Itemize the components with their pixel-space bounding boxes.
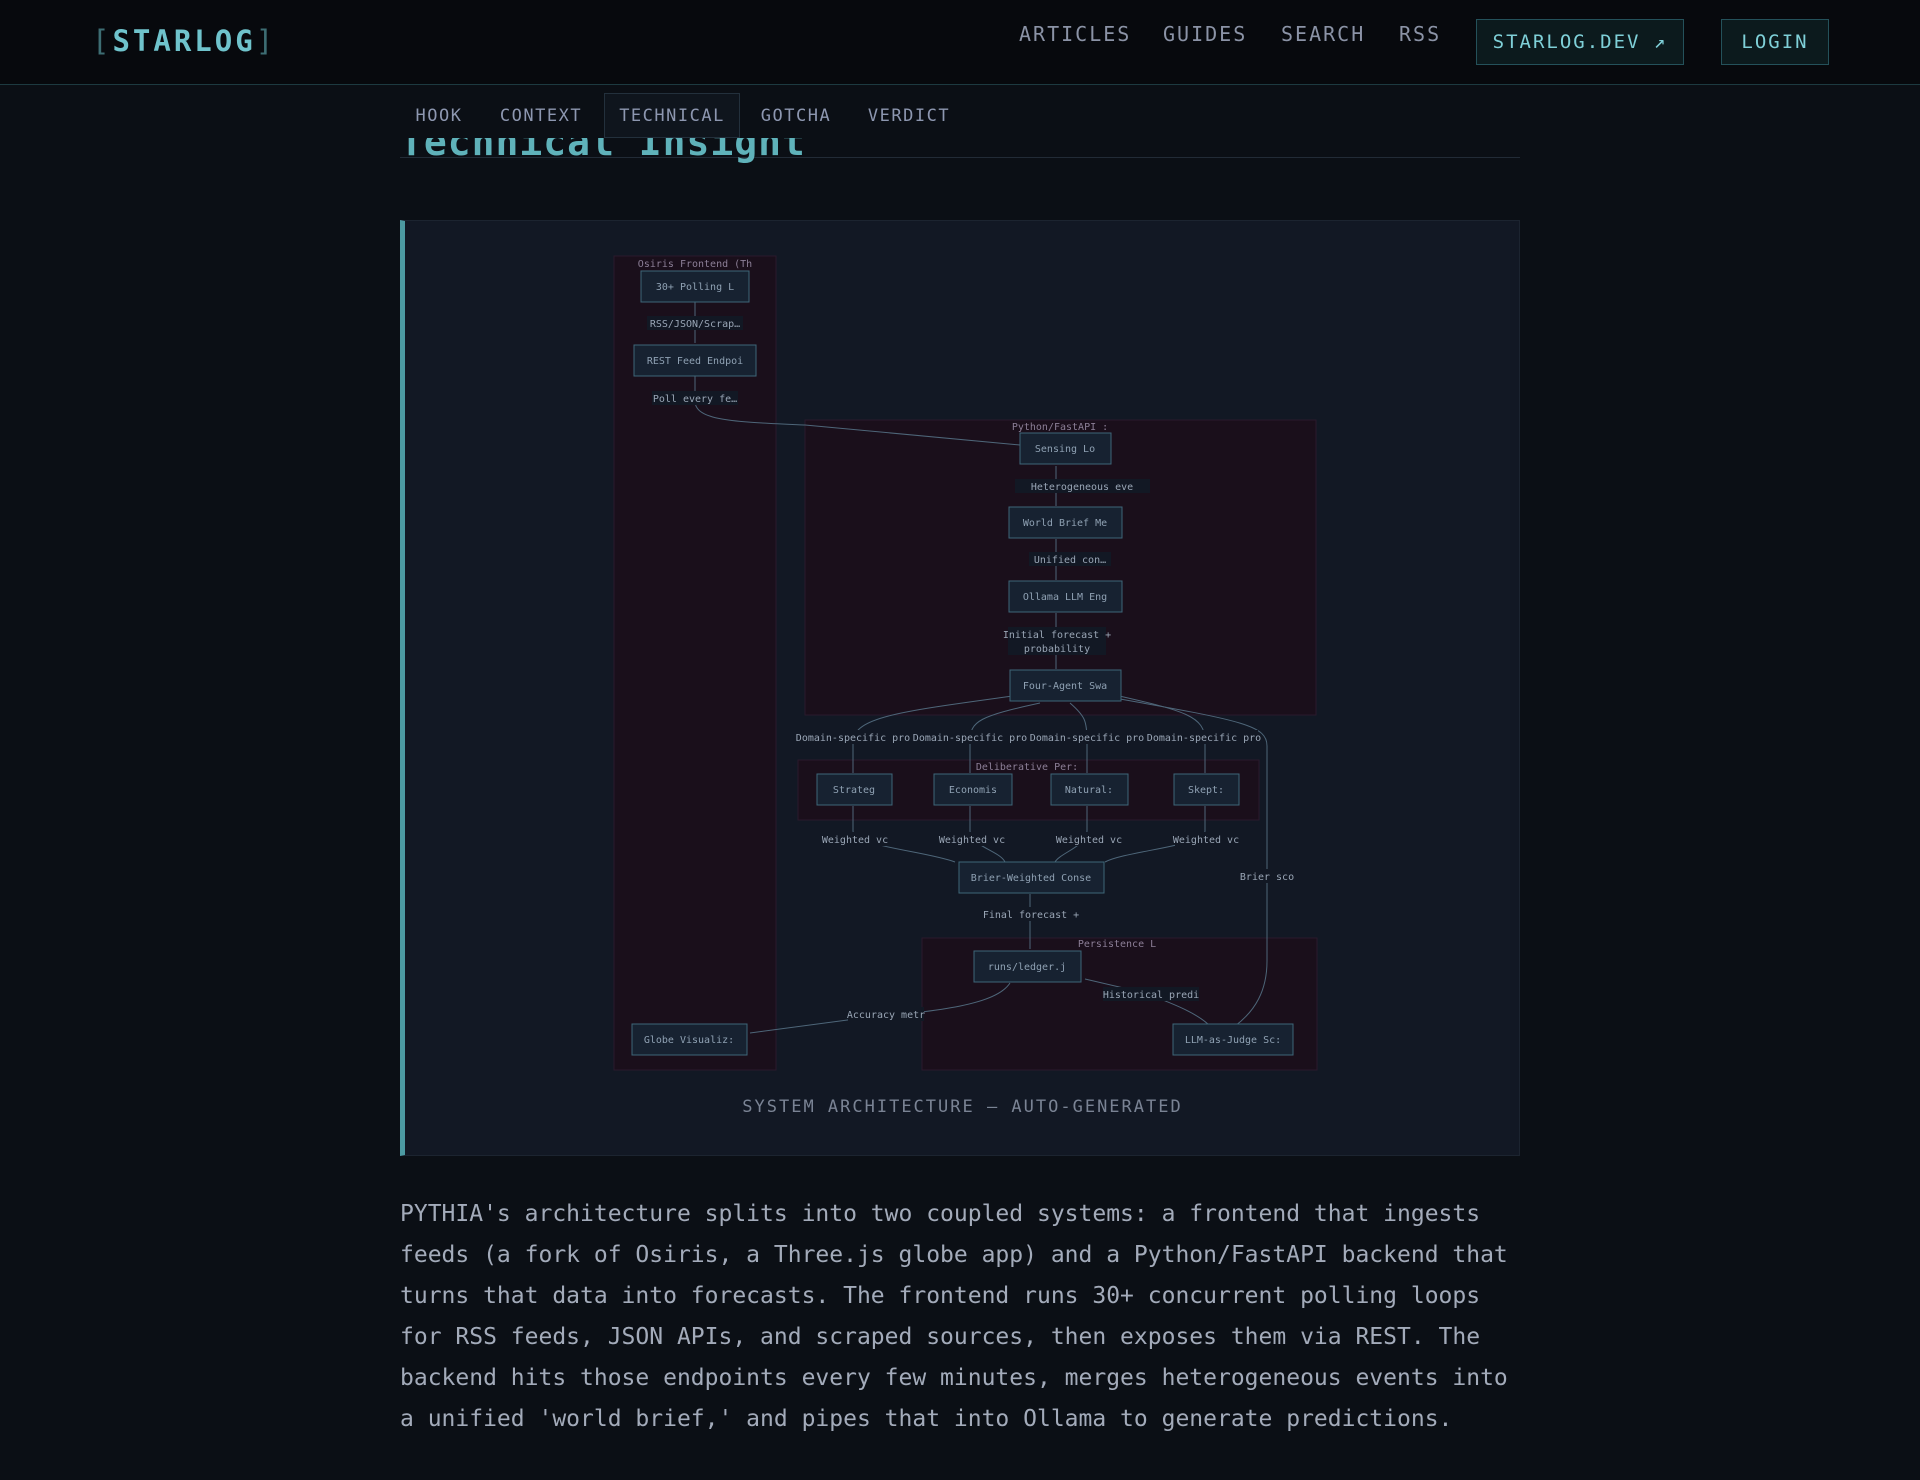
nav-link-search[interactable]: SEARCH [1281,22,1365,46]
architecture-diagram-panel: Osiris Frontend (Th Python/FastAPI : Del… [400,220,1520,1156]
tab-technical[interactable]: TECHNICAL [604,93,740,138]
nav-link-guides[interactable]: GUIDES [1163,22,1247,46]
edge-label-initial-forecast: Initial forecast + [1003,630,1111,641]
cluster-frontend-label: Osiris Frontend (Th [638,259,752,270]
section-heading: Technical Insight [400,138,806,164]
tab-context[interactable]: CONTEXT [490,93,592,138]
edge-label-historical: Historical predi [1103,990,1199,1001]
node-economist: Economis [949,785,997,796]
section-heading-clip: Technical Insight [400,138,1520,182]
tab-gotcha[interactable]: GOTCHA [752,93,840,138]
edge-label-unified: Unified con… [1034,555,1106,566]
edge-label-brier-score: Brier sco [1240,872,1294,883]
top-navigation-bar: [STARLOG] ARTICLES GUIDES SEARCH RSS STA… [0,0,1920,85]
node-consensus: Brier-Weighted Conse [971,873,1091,884]
node-strategist: Strateg [833,785,875,796]
node-skeptic: Skept: [1188,785,1224,796]
edge-label-domain-1: Domain-specific pro [796,733,910,744]
login-button[interactable]: LOGIN [1721,19,1829,65]
cluster-agents-label: Deliberative Per: [976,762,1078,773]
tab-verdict[interactable]: VERDICT [852,93,966,138]
tab-hook[interactable]: HOOK [400,93,478,138]
edge-label-rss-json: RSS/JSON/Scrap… [650,319,740,330]
logo-bracket-open: [ [92,24,113,58]
edge-label-domain-3: Domain-specific pro [1030,733,1144,744]
article-paragraph: PYTHIA's architecture splits into two co… [400,1201,1508,1432]
nav-link-rss[interactable]: RSS [1399,22,1441,46]
node-ollama: Ollama LLM Eng [1023,592,1107,603]
cluster-persistence-label: Persistence L [1078,939,1156,950]
edge-label-domain-2: Domain-specific pro [913,733,1027,744]
cluster-backend-label: Python/FastAPI : [1012,422,1108,433]
edge-label-weighted-1: Weighted vc [822,835,888,846]
edge-label-weighted-2: Weighted vc [939,835,1005,846]
edge-label-probability: probability [1024,644,1090,655]
node-polling: 30+ Polling L [656,282,734,293]
edge-label-final-forecast: Final forecast + [983,910,1079,921]
site-logo[interactable]: [STARLOG] [92,24,276,58]
node-ledger: runs/ledger.j [988,962,1066,973]
architecture-diagram: Osiris Frontend (Th Python/FastAPI : Del… [613,255,1318,1071]
edge-label-weighted-4: Weighted vc [1173,835,1239,846]
edge-label-heterogeneous: Heterogeneous eve [1031,482,1133,493]
node-world-brief: World Brief Me [1023,518,1107,529]
edge-label-domain-4: Domain-specific pro [1147,733,1261,744]
node-sensing: Sensing Lo [1035,444,1095,455]
logo-bracket-close: ] [255,24,277,58]
node-rest: REST Feed Endpoi [647,356,743,367]
node-swarm: Four-Agent Swa [1023,681,1107,692]
starlog-dev-button[interactable]: STARLOG.DEV ↗ [1476,19,1684,65]
node-judge: LLM-as-Judge Sc: [1185,1035,1281,1046]
node-natural: Natural: [1065,785,1113,796]
nav-link-articles[interactable]: ARTICLES [1019,22,1131,46]
edge-label-weighted-3: Weighted vc [1056,835,1122,846]
edge-label-accuracy: Accuracy metr [847,1010,925,1021]
logo-text: STARLOG [112,24,256,58]
node-globe: Globe Visualiz: [644,1035,734,1046]
diagram-caption: SYSTEM ARCHITECTURE — AUTO-GENERATED [742,1097,1183,1117]
edge-label-poll: Poll every fe… [653,394,737,405]
